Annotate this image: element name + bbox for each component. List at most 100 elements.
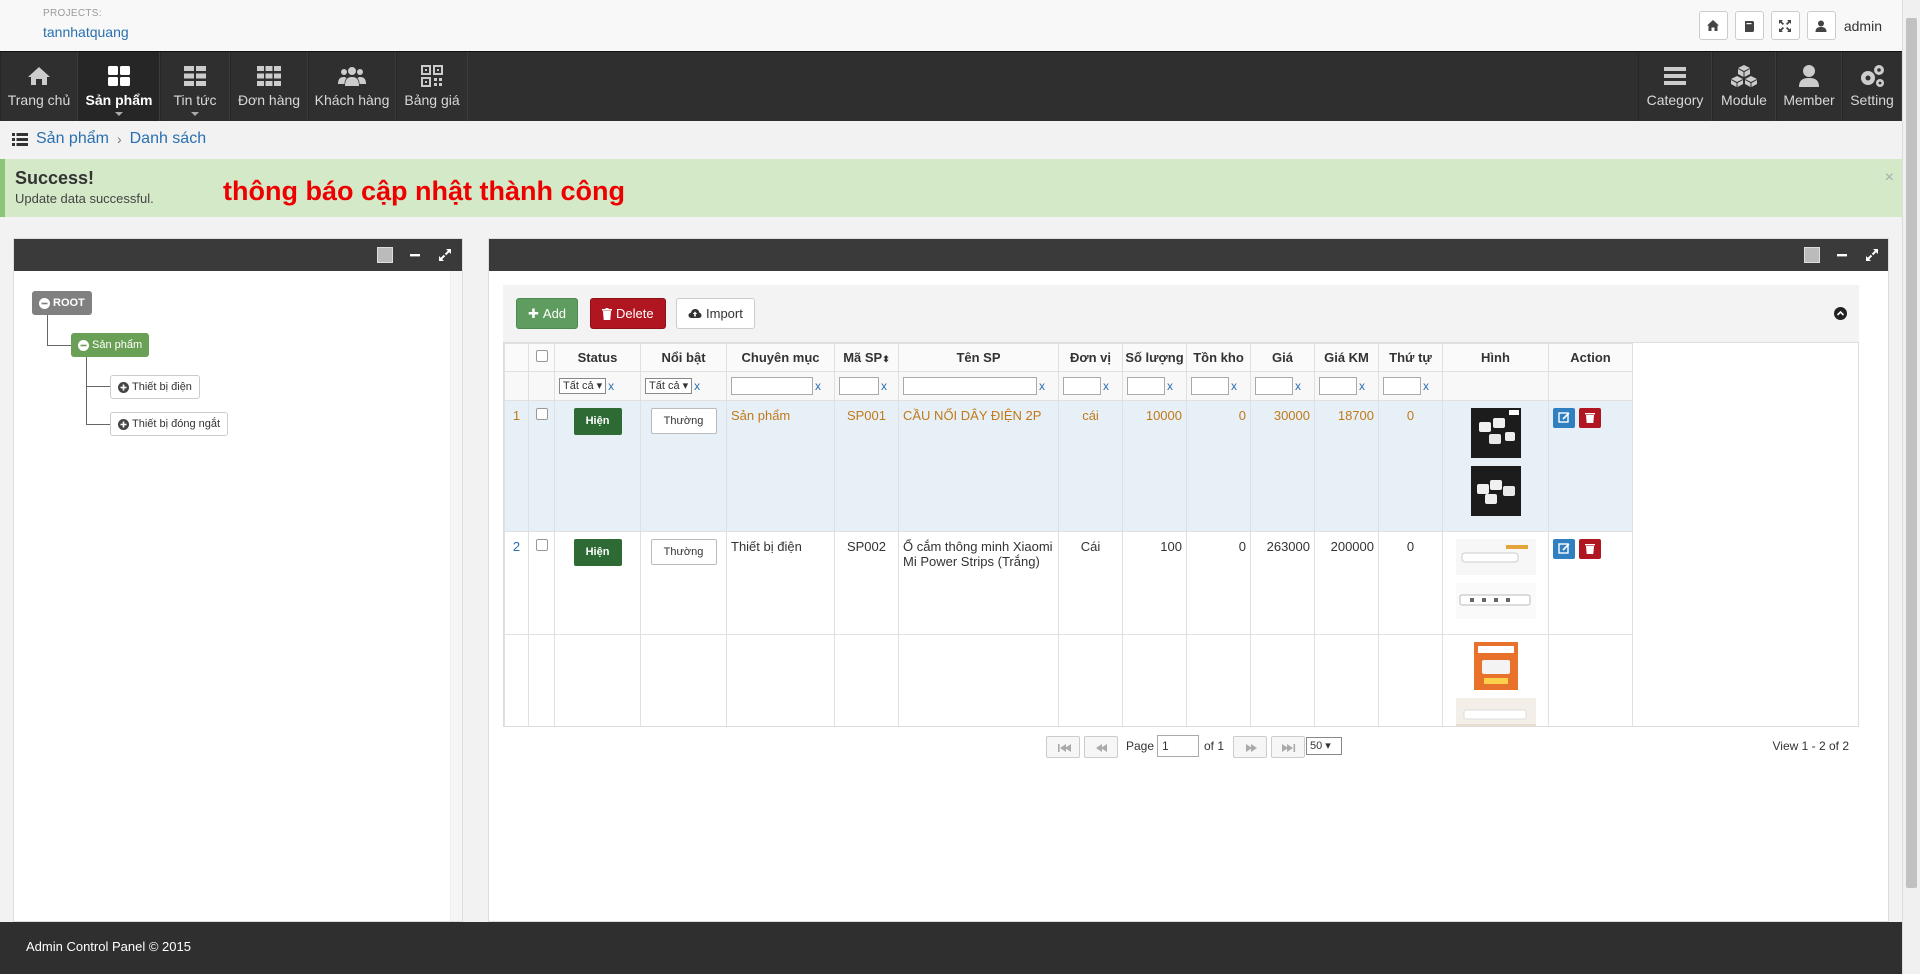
nav-member[interactable]: Member xyxy=(1776,52,1842,121)
page-size-select[interactable]: 50 ▾ xyxy=(1306,737,1342,755)
prev-page-button[interactable] xyxy=(1084,736,1118,758)
tree-node-thiet-bi-dien[interactable]: Thiết bị điện xyxy=(110,375,200,399)
breadcrumb-danh-sach[interactable]: Danh sách xyxy=(130,130,207,148)
clear-filter-x[interactable]: x xyxy=(1103,379,1109,393)
col-chuyen-muc[interactable]: Chuyên mục xyxy=(726,343,835,372)
add-button[interactable]: ✚ Add xyxy=(516,298,579,329)
col-don-vi[interactable]: Đơn vị xyxy=(1058,343,1123,372)
col-ton-kho[interactable]: Tồn kho xyxy=(1186,343,1251,372)
col-ten-sp[interactable]: Tên SP xyxy=(898,343,1059,372)
tree-node-san-pham[interactable]: Sản phẩm xyxy=(71,333,150,357)
col-ma-sp[interactable]: Mã SP⬍ xyxy=(834,343,899,372)
table-row[interactable]: 1 Hiện Thường Sản phẩm SP001 CẦU NỐI DÂY… xyxy=(504,400,1633,532)
close-icon[interactable]: × xyxy=(1885,169,1894,187)
home-button[interactable] xyxy=(1698,11,1728,40)
status-toggle-button[interactable]: Hiện xyxy=(573,408,622,435)
alert-message: Update data successful. xyxy=(15,191,154,206)
page-total: of 1 xyxy=(1204,739,1225,753)
featured-toggle-button[interactable]: Thường xyxy=(650,408,717,434)
col-noi-bat[interactable]: Nổi bật xyxy=(640,343,727,372)
project-link[interactable]: tannhatquang xyxy=(43,24,129,40)
featured-filter-select[interactable]: Tất cả ▾ xyxy=(645,378,693,395)
first-page-button[interactable] xyxy=(1046,736,1080,758)
edit-button[interactable] xyxy=(1553,539,1575,559)
status-toggle-button[interactable]: Hiện xyxy=(573,539,622,566)
clear-filter-x[interactable]: x xyxy=(815,379,821,393)
nav-bang-gia[interactable]: Bảng giá xyxy=(396,52,468,121)
code-filter-input[interactable] xyxy=(839,377,879,395)
last-page-button[interactable] xyxy=(1271,736,1305,758)
clear-filter-x[interactable]: x xyxy=(1359,379,1365,393)
main-navbar: Trang chủ Sản phẩm Tin tức Đơn hàng Khác… xyxy=(0,51,1902,121)
nav-label: Đơn hàng xyxy=(237,92,301,108)
import-button[interactable]: Import xyxy=(676,298,755,329)
col-status[interactable]: Status xyxy=(554,343,641,372)
product-image[interactable] xyxy=(1470,408,1521,458)
expand-icon[interactable] xyxy=(1864,247,1880,263)
minimize-icon[interactable] xyxy=(407,247,423,263)
square-icon[interactable] xyxy=(377,247,393,263)
sale-filter-input[interactable] xyxy=(1319,377,1357,395)
nav-tin-tuc[interactable]: Tin tức xyxy=(160,52,230,121)
book-button[interactable] xyxy=(1734,11,1764,40)
clear-filter-x[interactable]: x xyxy=(1295,379,1301,393)
sort-icon: ⬍ xyxy=(882,354,890,364)
name-filter-input[interactable] xyxy=(903,377,1037,395)
clear-filter-x[interactable]: x xyxy=(608,379,614,393)
page-scrollbar[interactable] xyxy=(1902,0,1920,974)
panel-scrollbar[interactable] xyxy=(450,271,462,921)
tree-node-thiet-bi-dong-ngat[interactable]: Thiết bị đóng ngắt xyxy=(110,412,229,436)
order-filter-input[interactable] xyxy=(1383,377,1421,395)
expand-icon[interactable] xyxy=(437,247,453,263)
edit-button[interactable] xyxy=(1553,408,1575,428)
tree-root-node[interactable]: ROOT xyxy=(32,291,92,315)
row-checkbox[interactable] xyxy=(535,539,548,551)
col-gia[interactable]: Giá xyxy=(1250,343,1315,372)
caret-down-icon xyxy=(191,112,199,116)
nav-category[interactable]: Category xyxy=(1638,52,1712,121)
col-thu-tu[interactable]: Thứ tự xyxy=(1378,343,1443,372)
breadcrumb: Sản phẩm › Danh sách xyxy=(12,130,206,148)
breadcrumb-san-pham[interactable]: Sản phẩm xyxy=(36,130,109,148)
next-page-button[interactable] xyxy=(1233,736,1267,758)
product-image[interactable] xyxy=(1470,466,1521,516)
square-icon[interactable] xyxy=(1804,247,1820,263)
nav-label: Bảng giá xyxy=(404,92,460,108)
category-filter-input[interactable] xyxy=(731,377,813,395)
clear-filter-x[interactable]: x xyxy=(1167,379,1173,393)
scrollbar-thumb[interactable] xyxy=(1906,18,1917,888)
product-image[interactable] xyxy=(1473,642,1518,690)
clear-filter-x[interactable]: x xyxy=(1231,379,1237,393)
collapse-icon[interactable] xyxy=(1834,307,1847,320)
clear-filter-x[interactable]: x xyxy=(881,379,887,393)
col-gia-km[interactable]: Giá KM xyxy=(1314,343,1379,372)
stock-filter-input[interactable] xyxy=(1191,377,1229,395)
user-menu[interactable]: admin xyxy=(1806,10,1902,41)
nav-khach-hang[interactable]: Khách hàng xyxy=(308,52,396,121)
page-number-input[interactable]: 1 xyxy=(1157,735,1199,757)
delete-button[interactable]: Delete xyxy=(590,298,666,329)
clear-filter-x[interactable]: x xyxy=(694,379,700,393)
table-row[interactable]: 2 Hiện Thường Thiết bị điện SP002 Ổ cắm … xyxy=(504,531,1633,635)
nav-don-hang[interactable]: Đơn hàng xyxy=(230,52,308,121)
clear-filter-x[interactable]: x xyxy=(1423,379,1429,393)
unit-filter-input[interactable] xyxy=(1063,377,1101,395)
minimize-icon[interactable] xyxy=(1834,247,1850,263)
row-checkbox[interactable] xyxy=(535,408,548,420)
nav-trang-chu[interactable]: Trang chủ xyxy=(0,52,78,121)
product-image[interactable] xyxy=(1455,583,1536,619)
qty-filter-input[interactable] xyxy=(1127,377,1165,395)
delete-row-button[interactable] xyxy=(1579,539,1601,559)
featured-toggle-button[interactable]: Thường xyxy=(650,539,717,565)
status-filter-select[interactable]: Tất cả ▾ xyxy=(559,378,607,395)
price-filter-input[interactable] xyxy=(1255,377,1293,395)
nav-module[interactable]: Module xyxy=(1712,52,1776,121)
nav-setting[interactable]: Setting xyxy=(1842,52,1902,121)
product-image[interactable] xyxy=(1455,539,1536,575)
select-all-checkbox[interactable] xyxy=(535,350,548,362)
clear-filter-x[interactable]: x xyxy=(1039,379,1045,393)
fullscreen-button[interactable] xyxy=(1770,11,1800,40)
col-so-luong[interactable]: Số lượng xyxy=(1122,343,1187,372)
delete-row-button[interactable] xyxy=(1579,408,1601,428)
nav-san-pham[interactable]: Sản phẩm xyxy=(78,52,160,121)
